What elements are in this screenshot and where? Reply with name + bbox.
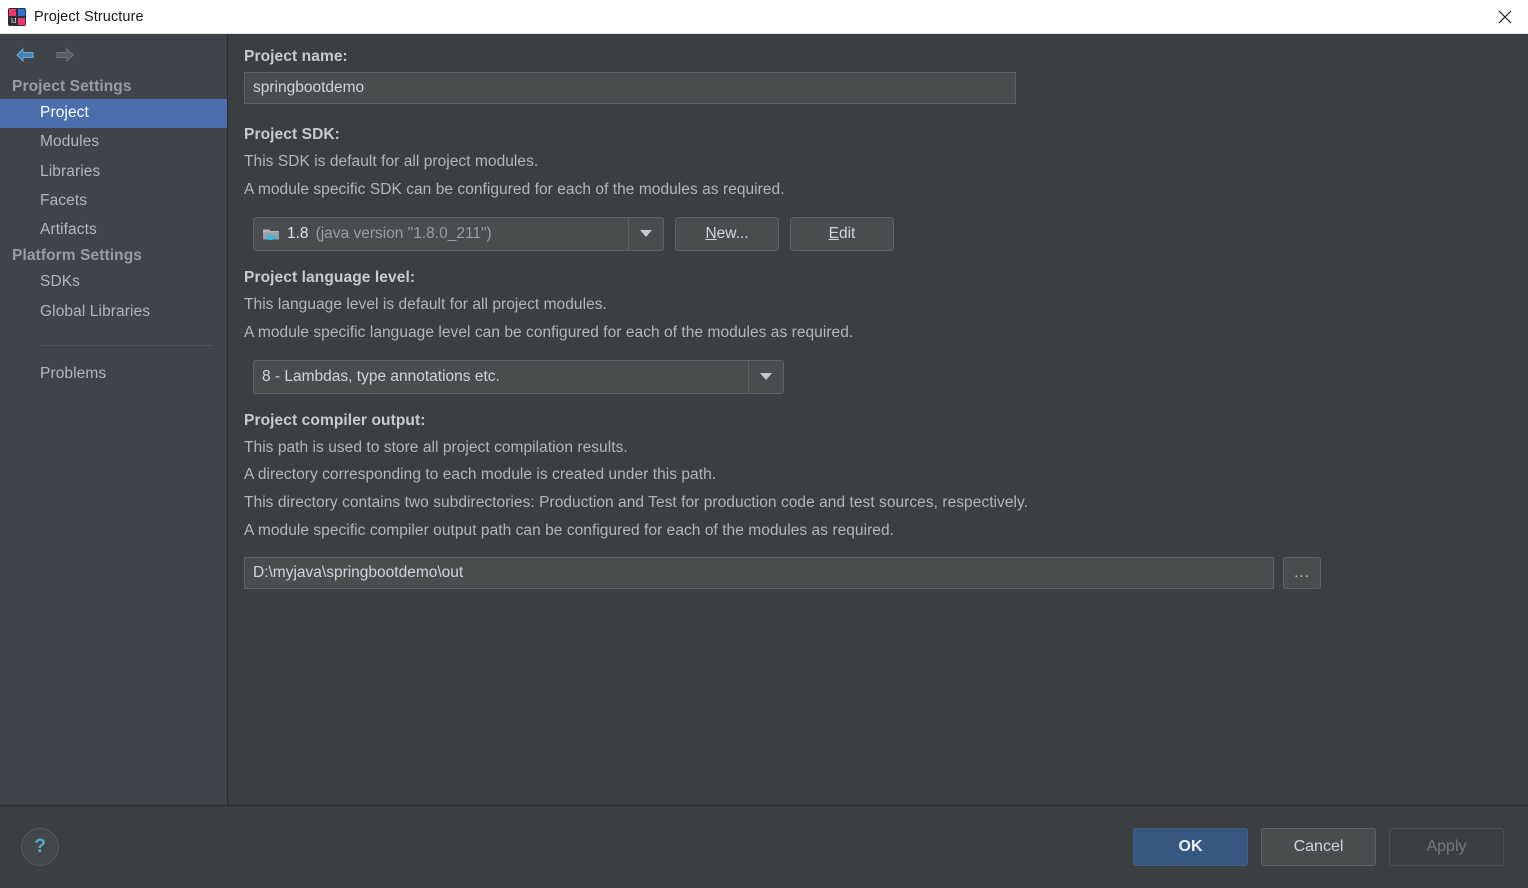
edit-sdk-button-mnemonic: E [828,224,839,242]
compiler-output-description-line-4: A module specific compiler output path c… [244,522,895,540]
dialog-footer: ? OK Cancel Apply [0,806,1528,888]
language-level-label: Project language level: [244,268,416,286]
project-sdk-label: Project SDK: [244,126,340,143]
help-question-icon[interactable]: ? [21,828,59,866]
project-name-label: Project name: [244,48,348,65]
apply-button: Apply [1389,828,1504,866]
sidebar-divider [40,344,213,346]
sidebar-item-problems[interactable]: Problems [0,360,227,389]
sidebar-item-project[interactable]: Project [0,99,227,129]
language-level-description-line-1: This language level is default for all p… [244,295,607,313]
chevron-down-icon[interactable] [748,360,783,393]
dialog-body: Project Settings Project Modules Librari… [0,34,1528,805]
ok-button[interactable]: OK [1133,828,1248,866]
language-level-section: Project language level: This language le… [244,269,1504,394]
project-sdk-version: (java version "1.8.0_211") [315,224,492,242]
intellij-idea-icon: IJ [8,7,26,26]
edit-sdk-button-label-rest: dit [838,224,856,242]
sidebar-item-modules[interactable]: Modules [0,128,227,157]
new-sdk-button-label-rest: ew... [716,224,749,242]
new-sdk-button[interactable]: New... [675,216,779,251]
language-level-value: 8 - Lambdas, type annotations etc. [262,367,500,385]
edit-sdk-button[interactable]: Edit [790,216,894,251]
compiler-output-section: Project compiler output: This path is us… [244,412,1504,590]
compiler-output-description-line-2: A directory corresponding to each module… [244,466,717,484]
window-title: Project Structure [34,8,144,25]
project-sdk-dropdown[interactable]: 1.8 (java version "1.8.0_211") [253,216,664,251]
project-settings-panel: Project name: springbootdemo Project SDK… [228,34,1528,805]
arrow-left-icon[interactable] [12,42,38,68]
compiler-output-path-row: D:\myjava\springbootdemo\out ... [244,557,1321,590]
arrow-right-icon [52,42,78,68]
sidebar-item-artifacts[interactable]: Artifacts [0,216,227,245]
new-sdk-button-mnemonic: N [705,224,717,242]
project-name-input[interactable]: springbootdemo [244,72,1016,104]
settings-sidebar: Project Settings Project Modules Librari… [0,34,228,805]
compiler-output-input[interactable]: D:\myjava\springbootdemo\out [244,557,1274,590]
project-sdk-section: Project SDK: This SDK is default for all… [244,126,1504,251]
sidebar-item-libraries[interactable]: Libraries [0,158,227,187]
project-sdk-description-line-2: A module specific SDK can be configured … [244,180,785,198]
project-sdk-name: 1.8 [287,224,309,242]
browse-button[interactable]: ... [1283,557,1321,590]
chevron-down-icon[interactable] [628,217,663,250]
footer-buttons: OK Cancel Apply [1133,828,1504,866]
sidebar-item-sdks[interactable]: SDKs [0,268,227,297]
language-level-dropdown[interactable]: 8 - Lambdas, type annotations etc. [253,359,784,394]
project-sdk-controls: 1.8 (java version "1.8.0_211") New... Ed… [253,216,1504,251]
compiler-output-label: Project compiler output: [244,411,426,429]
svg-text:IJ: IJ [11,18,16,25]
language-level-description-line-2: A module specific language level can be … [244,323,854,341]
project-name-section: Project name: springbootdemo [244,48,1504,104]
close-icon[interactable] [1482,0,1528,33]
sidebar-group-platform-settings: Platform Settings [12,247,143,265]
cancel-button[interactable]: Cancel [1261,828,1376,866]
java-sdk-folder-icon [262,225,280,243]
project-sdk-description-line-1: This SDK is default for all project modu… [244,153,539,170]
compiler-output-description-line-3: This directory contains two subdirectori… [244,494,1029,512]
compiler-output-description-line-1: This path is used to store all project c… [244,438,628,456]
title-bar: IJ Project Structure [0,0,1528,34]
sidebar-item-facets[interactable]: Facets [0,187,227,216]
project-structure-dialog: IJ Project Structure Project Settings Pr… [0,0,1528,888]
sidebar-group-project-settings: Project Settings [12,78,132,95]
sidebar-item-global-libraries[interactable]: Global Libraries [0,298,227,327]
navigation-arrows [0,34,227,76]
